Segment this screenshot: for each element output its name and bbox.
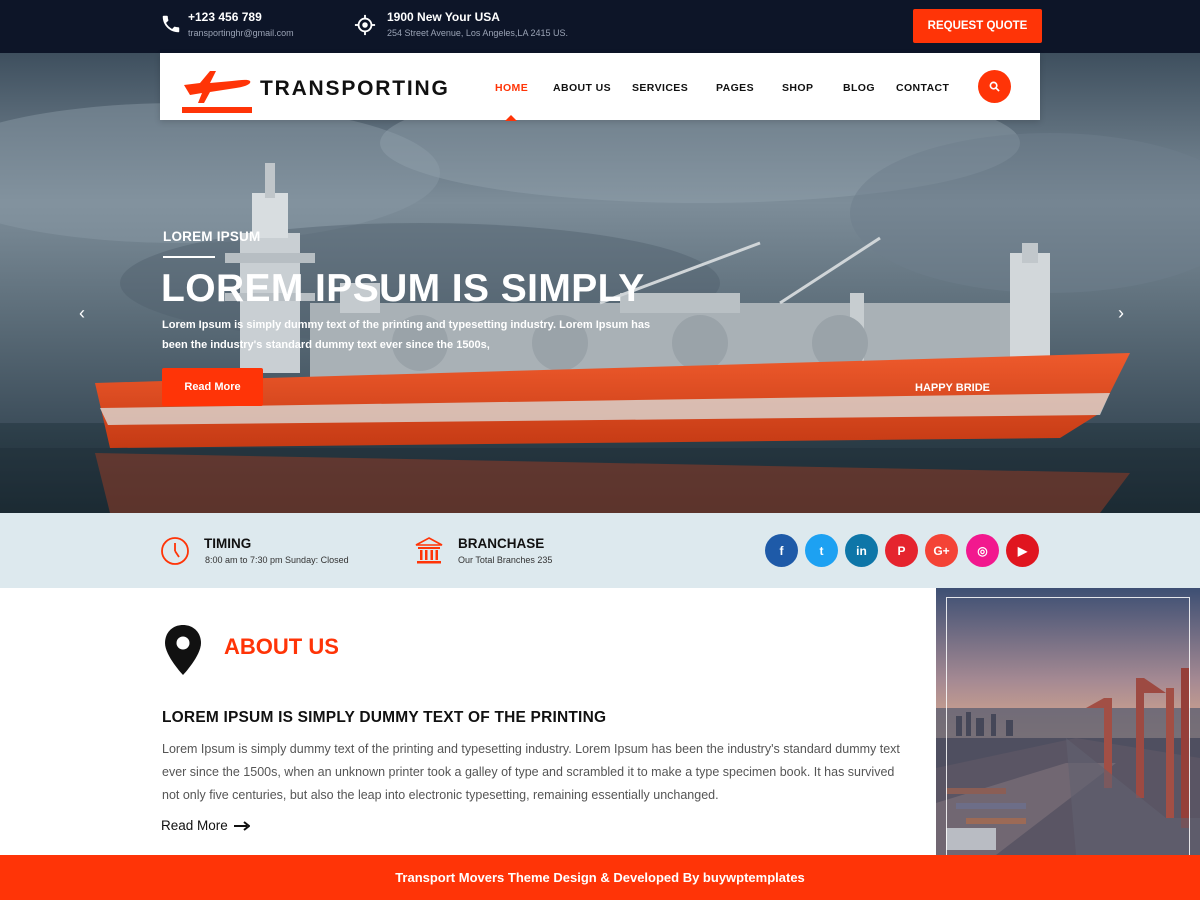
airplane-logo-icon[interactable] xyxy=(180,63,254,113)
hero-eyebrow: LOREM IPSUM xyxy=(163,229,261,244)
linkedin-icon[interactable]: in xyxy=(845,534,878,567)
address-line: 254 Street Avenue, Los Angeles,LA 2415 U… xyxy=(387,28,568,38)
branch-text: Our Total Branches 235 xyxy=(458,555,553,565)
nav-item-home[interactable]: HOME xyxy=(495,82,528,94)
hero-description: Lorem Ipsum is simply dummy text of the … xyxy=(162,319,651,351)
facebook-icon[interactable]: f xyxy=(765,534,798,567)
hero-divider xyxy=(163,256,215,258)
about-read-more-label: Read More xyxy=(161,818,228,833)
timing-text: 8:00 am to 7:30 pm Sunday: Closed xyxy=(205,555,349,565)
info-strip: TIMING 8:00 am to 7:30 pm Sunday: Closed… xyxy=(0,513,1200,588)
search-icon xyxy=(989,81,1000,92)
about-text: Lorem Ipsum is simply dummy text of the … xyxy=(162,742,900,802)
nav-item-about-us[interactable]: ABOUT US xyxy=(553,82,611,94)
hero-read-more-button[interactable]: Read More xyxy=(162,368,263,406)
address-title: 1900 New Your USA xyxy=(387,10,500,24)
nav-item-services[interactable]: SERVICES xyxy=(632,82,688,94)
logo-text[interactable]: TRANSPORTING xyxy=(260,77,450,101)
twitter-icon[interactable]: t xyxy=(805,534,838,567)
active-menu-indicator xyxy=(505,115,517,121)
youtube-icon[interactable]: ▶ xyxy=(1006,534,1039,567)
nav-item-shop[interactable]: SHOP xyxy=(782,82,813,94)
nav-item-pages[interactable]: PAGES xyxy=(716,82,754,94)
bank-icon xyxy=(415,537,443,564)
about-heading: ABOUT US xyxy=(224,634,339,659)
port-image-frame xyxy=(946,597,1190,855)
google-plus-icon[interactable]: G+ xyxy=(925,534,958,567)
pinterest-icon[interactable]: P xyxy=(885,534,918,567)
branch-title: BRANCHASE xyxy=(458,536,545,551)
chevron-left-icon[interactable]: ‹ xyxy=(72,303,92,323)
email-address[interactable]: transportinghr@gmail.com xyxy=(188,28,294,38)
top-bar: +123 456 789 transportinghr@gmail.com 19… xyxy=(0,0,1200,53)
instagram-icon[interactable]: ◎ xyxy=(966,534,999,567)
footer: Transport Movers Theme Design & Develope… xyxy=(0,855,1200,900)
phone-number[interactable]: +123 456 789 xyxy=(188,10,262,24)
timing-title: TIMING xyxy=(204,536,252,551)
map-pin-icon xyxy=(165,625,201,675)
ship-name: HAPPY BRIDE xyxy=(915,382,990,394)
request-quote-button[interactable]: REQUEST QUOTE xyxy=(913,9,1042,43)
phone-icon xyxy=(162,15,180,33)
footer-credit: Transport Movers Theme Design & Develope… xyxy=(395,870,805,885)
about-subheading: LOREM IPSUM IS SIMPLY DUMMY TEXT OF THE … xyxy=(162,709,607,726)
clock-icon xyxy=(161,537,189,565)
arrow-right-icon xyxy=(233,820,250,831)
about-read-more-link[interactable]: Read More xyxy=(161,818,250,833)
nav-item-blog[interactable]: BLOG xyxy=(843,82,875,94)
nav-item-contact[interactable]: CONTACT xyxy=(896,82,949,94)
main-navigation: TRANSPORTING HOME ABOUT US SERVICES PAGE… xyxy=(160,53,1040,121)
search-button[interactable] xyxy=(978,70,1011,103)
hero-title: LOREM IPSUM IS SIMPLY xyxy=(161,267,645,310)
chevron-right-icon[interactable]: › xyxy=(1111,303,1131,323)
location-target-icon xyxy=(354,14,376,36)
